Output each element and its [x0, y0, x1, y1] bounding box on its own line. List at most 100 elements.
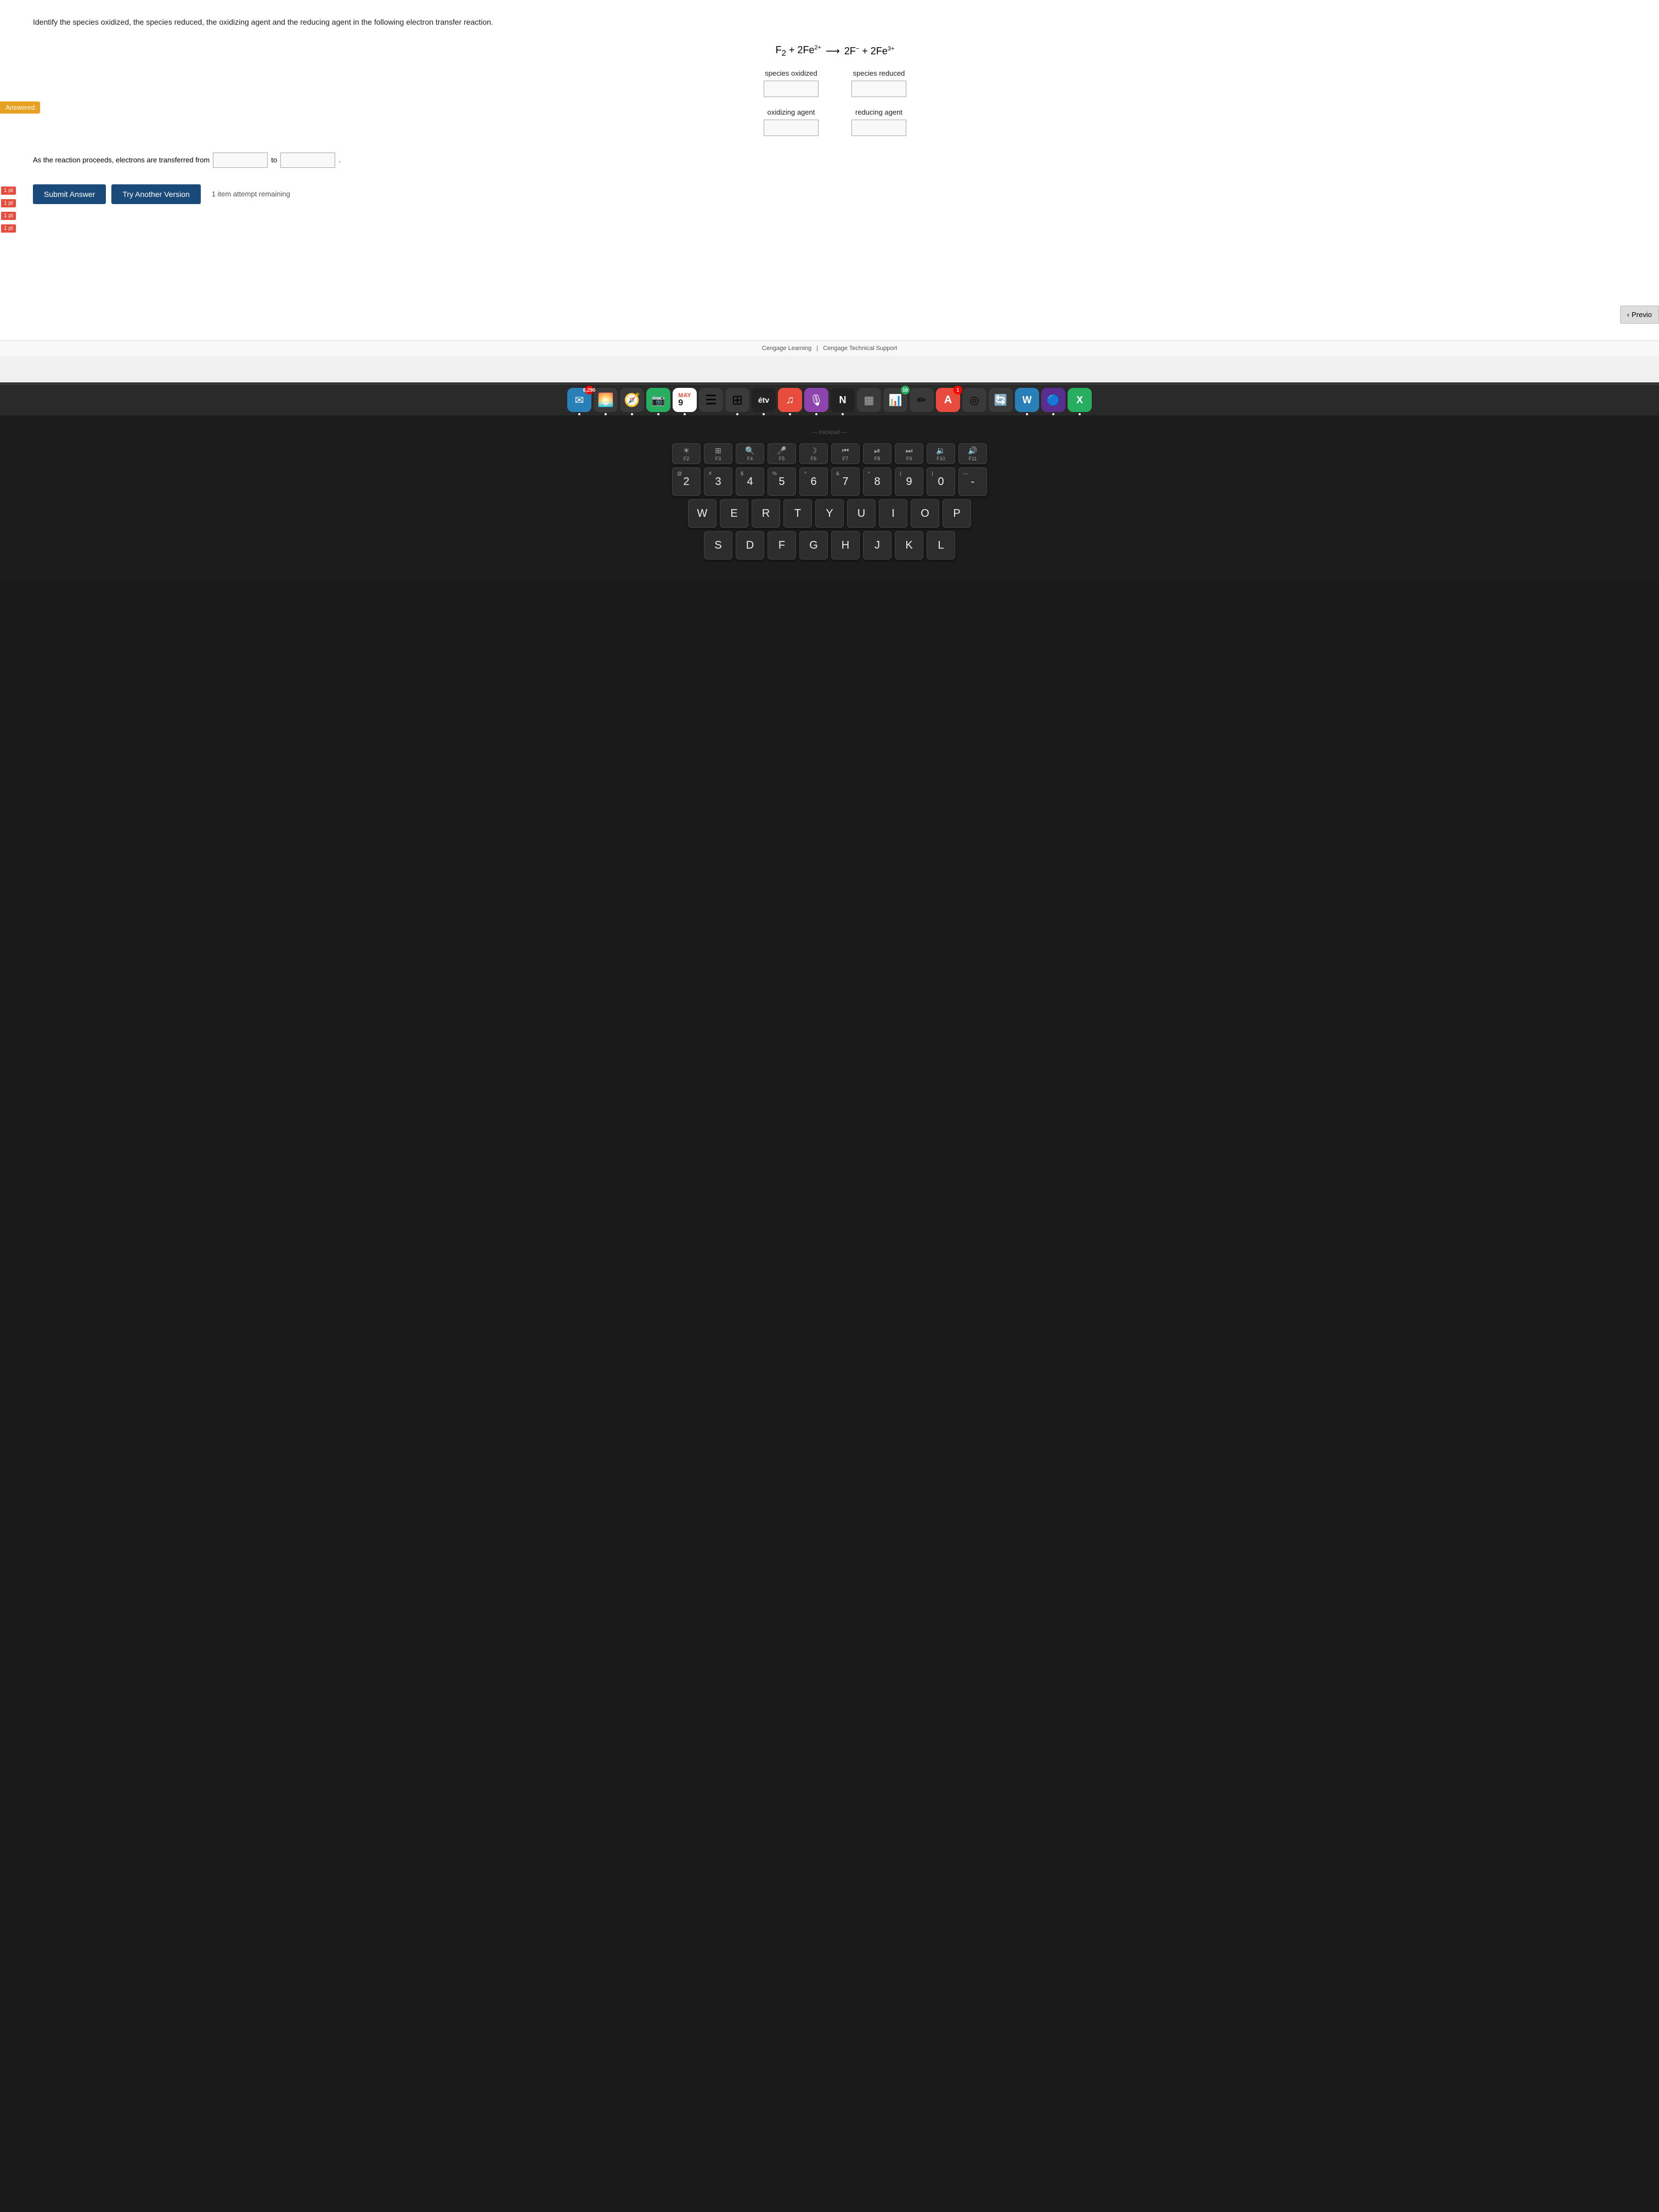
dock-item-launchpad[interactable]: ⊞ [725, 388, 749, 412]
key-8[interactable]: * 8 [863, 467, 891, 496]
keyboard: ☀ F2 ⊞ F3 🔍 F4 🎤 F5 ☽ F6 ⏮ F7 [5, 438, 1654, 574]
species-oxidized-label: species oxidized [765, 69, 817, 77]
key-f11[interactable]: 🔊 F11 [958, 443, 987, 464]
pt-label-1: 1 pt [1, 187, 16, 195]
font-badge: 1 [953, 386, 962, 394]
dock-item-word[interactable]: W [1015, 388, 1039, 412]
key-0[interactable]: ) 0 [927, 467, 955, 496]
transfer-from-input[interactable] [213, 153, 268, 168]
footer-separator: | [816, 345, 818, 352]
key-s[interactable]: S [704, 531, 732, 560]
transfer-to-input[interactable] [280, 153, 335, 168]
dock-item-pencil[interactable]: ✏ [910, 388, 934, 412]
dock-item-photos[interactable]: 🌅 [594, 388, 618, 412]
dock-item-screenium[interactable]: ◎ [962, 388, 986, 412]
laptop-bottom: — trackpad — ☀ F2 ⊞ F3 🔍 F4 🎤 F5 ☽ [0, 415, 1659, 579]
key-f3[interactable]: ⊞ F3 [704, 443, 732, 464]
grid-icon: ▦ [864, 393, 874, 407]
dock-item-teams[interactable]: 🔵 [1041, 388, 1065, 412]
key-f4[interactable]: 🔍 F4 [736, 443, 764, 464]
key-e[interactable]: E [720, 499, 748, 528]
dock-item-excel[interactable]: X [1068, 388, 1092, 412]
dock-dot-calendar [684, 413, 686, 415]
oxidizing-agent-input[interactable] [764, 120, 819, 136]
key-o[interactable]: O [911, 499, 939, 528]
dock-item-stats[interactable]: 📊 10 [883, 388, 907, 412]
key-2[interactable]: @ 2 [672, 467, 701, 496]
sync-icon: 🔄 [994, 393, 1008, 407]
screenium-icon: ◎ [969, 393, 979, 407]
key-f6[interactable]: ☽ F6 [799, 443, 828, 464]
dock-item-music[interactable]: ♫ [778, 388, 802, 412]
key-k[interactable]: K [895, 531, 923, 560]
reducing-agent-label: reducing agent [855, 108, 902, 116]
dock-item-safari[interactable]: 🧭 [620, 388, 644, 412]
transfer-prefix: As the reaction proceeds, electrons are … [33, 156, 210, 164]
key-f[interactable]: F [768, 531, 796, 560]
dock-item-sync[interactable]: 🔄 [989, 388, 1013, 412]
f2-icon: ☀ [683, 446, 690, 455]
key-6[interactable]: ^ 6 [799, 467, 828, 496]
music-icon: ♫ [786, 394, 794, 407]
key-minus[interactable]: — - [958, 467, 987, 496]
key-f8[interactable]: ⏯ F8 [863, 443, 891, 464]
reducing-agent-col: reducing agent [851, 108, 906, 136]
f9-icon: ⏭ [906, 446, 913, 455]
transfer-suffix: . [338, 156, 341, 164]
reducing-agent-input[interactable] [851, 120, 906, 136]
key-l[interactable]: L [927, 531, 955, 560]
dock-item-appletv[interactable]: étv [752, 388, 776, 412]
dock-item-mail[interactable]: ✉ 6,290 [567, 388, 591, 412]
footer-bar: Cengage Learning | Cengage Technical Sup… [0, 340, 1659, 356]
key-f9[interactable]: ⏭ F9 [895, 443, 923, 464]
try-another-version-button[interactable]: Try Another Version [111, 184, 200, 204]
key-j[interactable]: J [863, 531, 891, 560]
key-r[interactable]: R [752, 499, 780, 528]
previous-button[interactable]: ‹ Previo [1620, 306, 1659, 324]
key-p[interactable]: P [943, 499, 971, 528]
key-y[interactable]: Y [815, 499, 844, 528]
dock-item-podcasts[interactable]: 🎙 [804, 388, 828, 412]
key-u[interactable]: U [847, 499, 876, 528]
key-w[interactable]: W [688, 499, 716, 528]
key-f7[interactable]: ⏮ F7 [831, 443, 860, 464]
cengage-learning-link[interactable]: Cengage Learning [762, 345, 812, 352]
pencil-icon: ✏ [917, 393, 927, 407]
number-key-row: @ 2 # 3 $ 4 % 5 ^ 6 & 7 [16, 467, 1643, 496]
pt-label-4: 1 pt [1, 224, 16, 233]
key-3[interactable]: # 3 [704, 467, 732, 496]
launchpad-icon: ⊞ [732, 392, 743, 408]
key-5[interactable]: % 5 [768, 467, 796, 496]
key-d[interactable]: D [736, 531, 764, 560]
cengage-support-link[interactable]: Cengage Technical Support [823, 345, 897, 352]
key-7[interactable]: & 7 [831, 467, 860, 496]
button-row: Submit Answer Try Another Version 1 item… [33, 184, 1637, 204]
key-9[interactable]: ( 9 [895, 467, 923, 496]
key-t[interactable]: T [783, 499, 812, 528]
species-oxidized-input[interactable] [764, 81, 819, 97]
key-i[interactable]: I [879, 499, 907, 528]
key-g[interactable]: G [799, 531, 828, 560]
key-f5[interactable]: 🎤 F5 [768, 443, 796, 464]
dock-item-calendar[interactable]: MAY9 [673, 388, 697, 412]
species-reduced-input[interactable] [851, 81, 906, 97]
submit-answer-button[interactable]: Submit Answer [33, 184, 106, 204]
f3-icon: ⊞ [715, 446, 721, 455]
key-f10[interactable]: 🔉 F10 [927, 443, 955, 464]
dock-dot-teams [1052, 413, 1054, 415]
species-reduced-col: species reduced [851, 69, 906, 97]
dock-item-grid[interactable]: ▦ [857, 388, 881, 412]
dock-dot-appletv [763, 413, 765, 415]
dock-item-reminders[interactable]: ☰ [699, 388, 723, 412]
dock-item-font[interactable]: A 1 [936, 388, 960, 412]
dock-item-notchbar[interactable]: N [831, 388, 855, 412]
stats-icon: 📊 [889, 393, 902, 407]
word-icon: W [1023, 394, 1032, 406]
key-h[interactable]: H [831, 531, 860, 560]
key-f2[interactable]: ☀ F2 [672, 443, 701, 464]
dock-item-facetime[interactable]: 📷 [646, 388, 670, 412]
mail-badge: 6,290 [585, 386, 594, 394]
photos-icon: 🌅 [597, 392, 614, 408]
f8-icon: ⏯ [874, 446, 880, 455]
key-4[interactable]: $ 4 [736, 467, 764, 496]
